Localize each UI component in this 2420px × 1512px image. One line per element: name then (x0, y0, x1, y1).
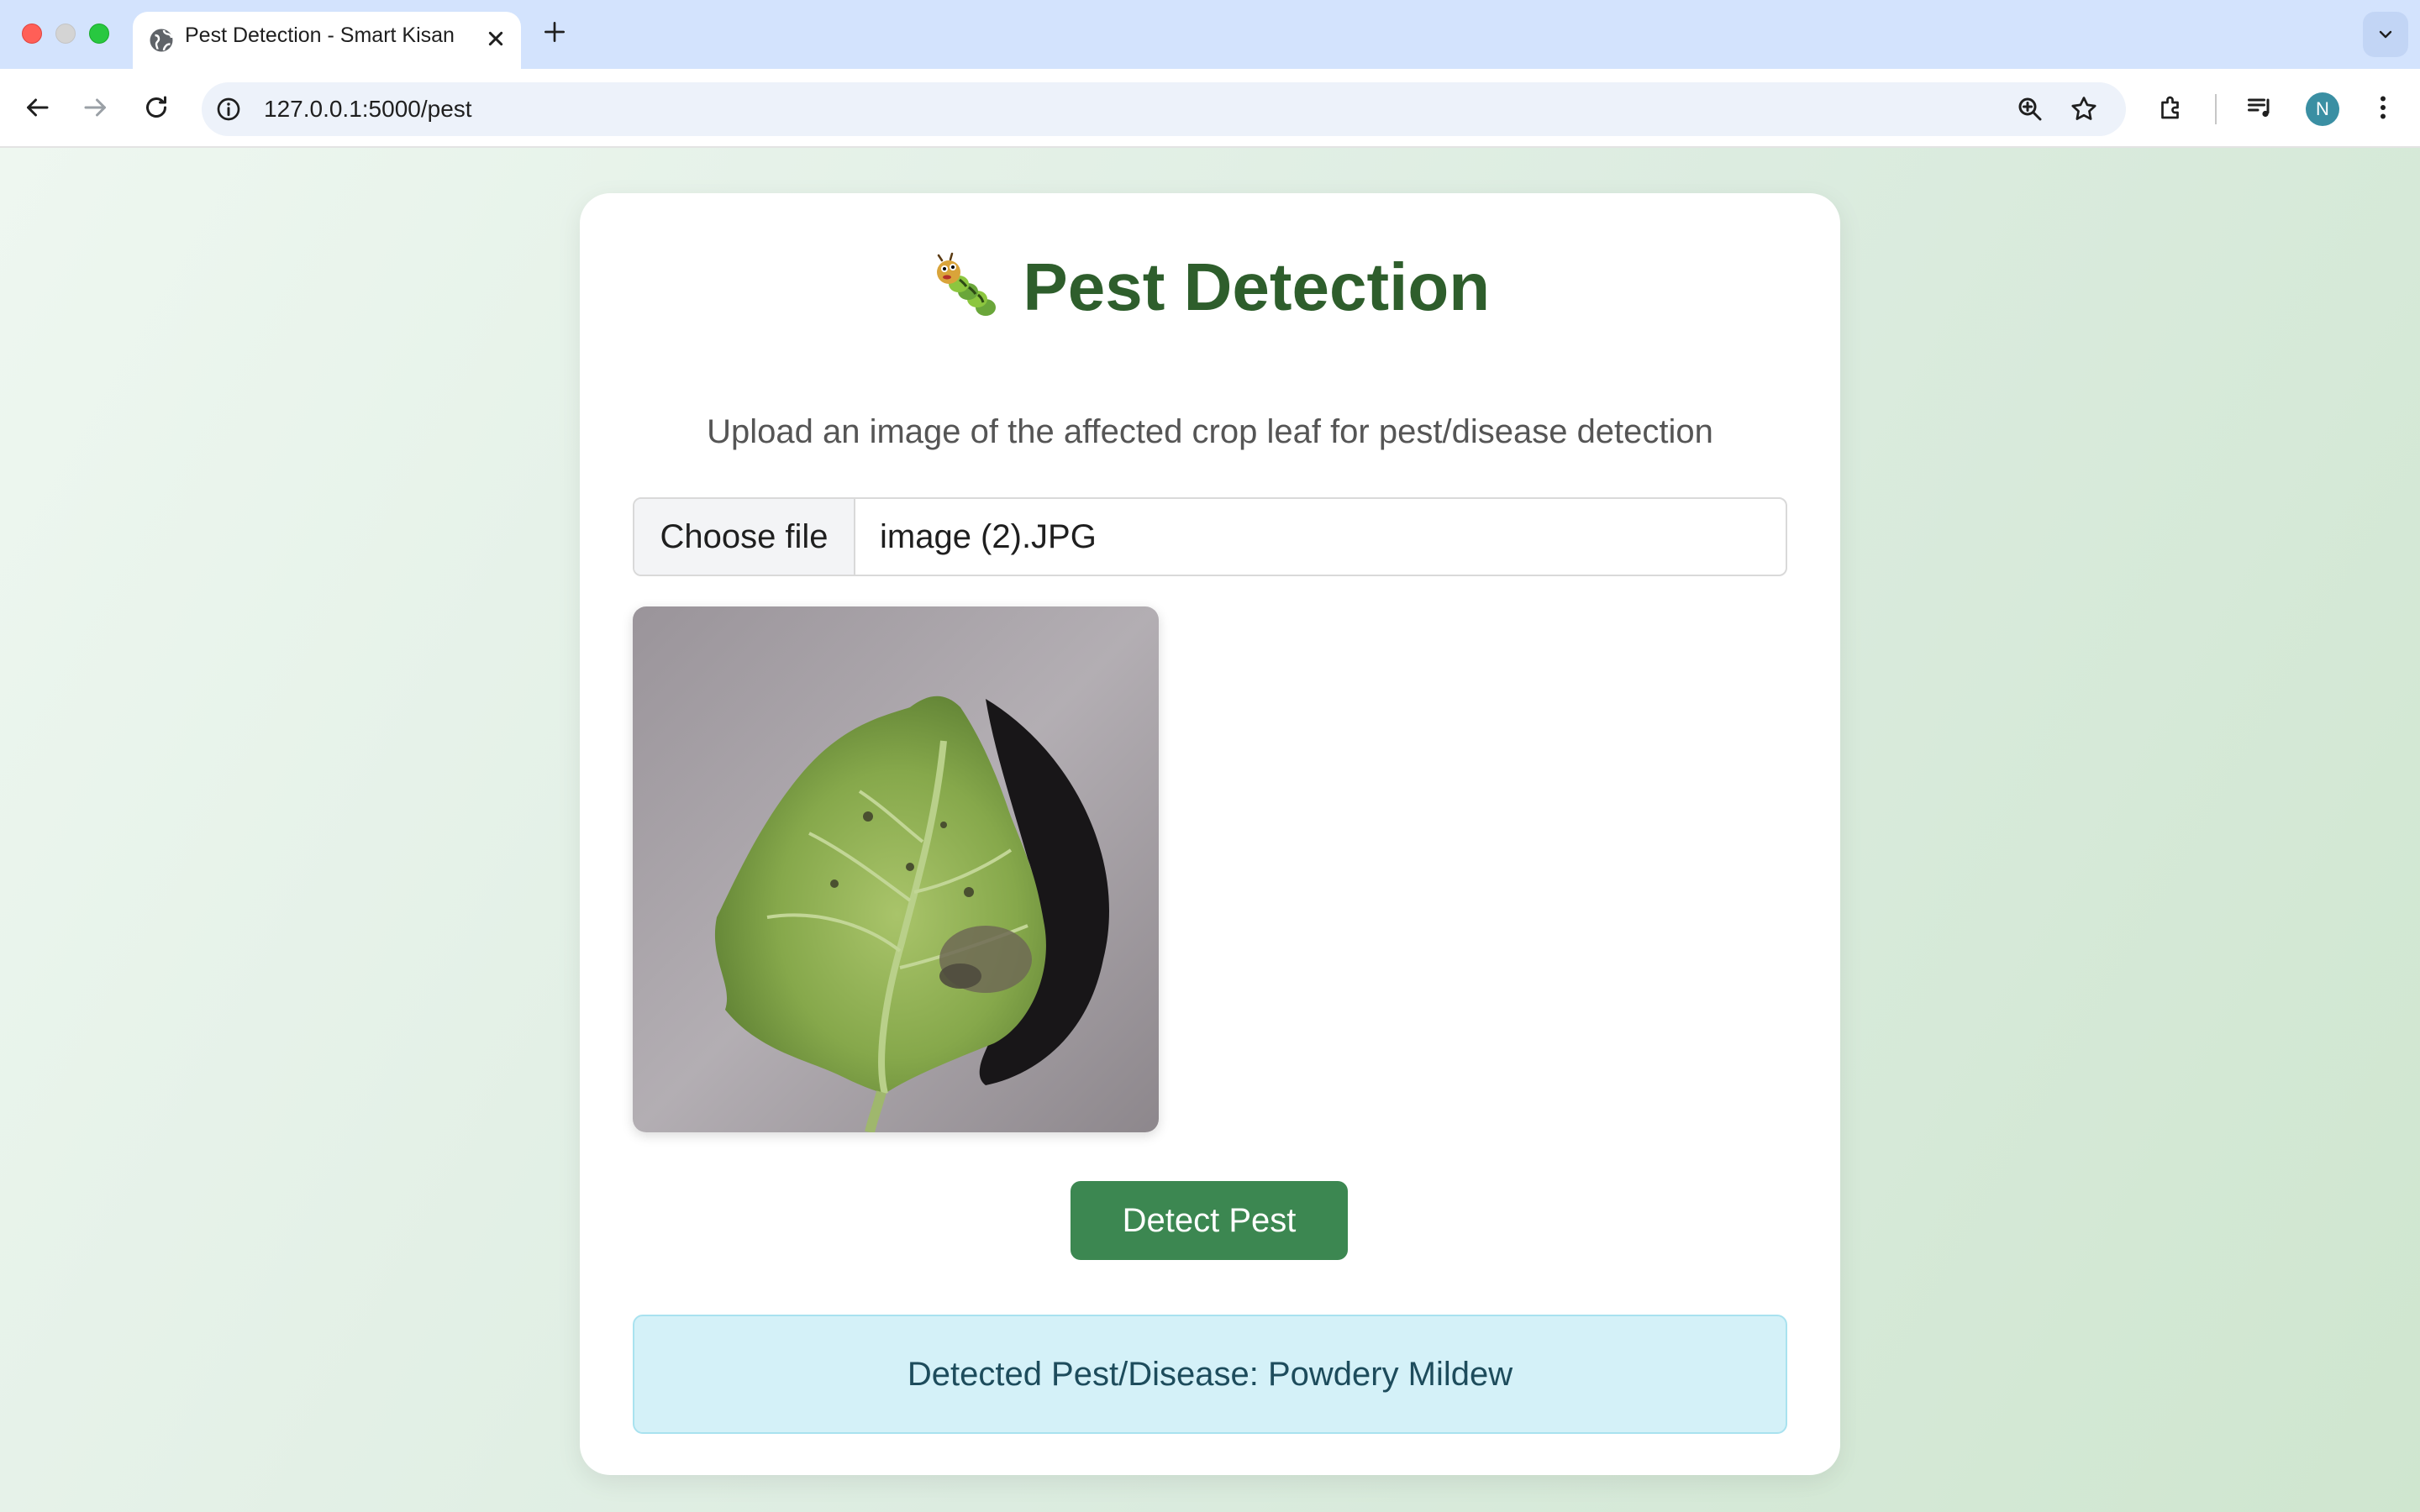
bookmark-star-icon[interactable] (2069, 94, 2099, 124)
browser-tab[interactable]: Pest Detection - Smart Kisan (133, 12, 521, 69)
file-upload-input[interactable]: Choose file image (2).JPG (633, 497, 1787, 576)
window-minimize-button[interactable] (55, 24, 76, 44)
profile-avatar[interactable]: N (2306, 92, 2339, 126)
window-close-button[interactable] (22, 24, 42, 44)
back-icon[interactable] (22, 92, 52, 123)
site-info-icon[interactable] (215, 96, 242, 123)
leaf-photo (633, 606, 1159, 1132)
browser-tab-strip: Pest Detection - Smart Kisan (0, 0, 2420, 69)
choose-file-button[interactable]: Choose file (634, 499, 855, 575)
page-viewport: Pest Detection Upload an image of the af… (0, 148, 2420, 1512)
media-controls-icon[interactable] (2245, 92, 2275, 123)
page-title: Pest Detection (1023, 249, 1491, 324)
more-menu-icon[interactable] (2368, 92, 2398, 123)
zoom-icon[interactable] (2015, 94, 2045, 124)
url-text[interactable]: 127.0.0.1:5000/pest (264, 82, 472, 136)
browser-toolbar: 127.0.0.1:5000/pest N (0, 69, 2420, 148)
tab-title: Pest Detection - Smart Kisan (185, 24, 455, 47)
tab-close-icon[interactable] (482, 25, 509, 52)
page-subtitle: Upload an image of the affected crop lea… (707, 413, 1713, 450)
address-bar[interactable]: 127.0.0.1:5000/pest (202, 82, 2126, 136)
reload-icon[interactable] (141, 92, 171, 123)
caterpillar-icon (936, 252, 996, 316)
new-tab-icon[interactable] (541, 18, 568, 45)
selected-file-name: image (2).JPG (880, 518, 1097, 555)
page-title-row: Pest Detection (580, 249, 1840, 333)
chevron-down-icon (2379, 30, 2392, 39)
detection-result-box: Detected Pest/Disease: Powdery Mildew (633, 1315, 1787, 1434)
window-zoom-button[interactable] (89, 24, 109, 44)
detect-pest-button[interactable]: Detect Pest (1071, 1181, 1348, 1260)
extensions-icon[interactable] (2156, 92, 2186, 123)
toolbar-divider (2215, 94, 2217, 124)
forward-icon[interactable] (81, 92, 111, 123)
tab-search-button[interactable] (2363, 12, 2408, 57)
uploaded-leaf-image (633, 606, 1159, 1132)
pest-detection-card: Pest Detection Upload an image of the af… (580, 193, 1840, 1475)
globe-icon (150, 29, 173, 52)
